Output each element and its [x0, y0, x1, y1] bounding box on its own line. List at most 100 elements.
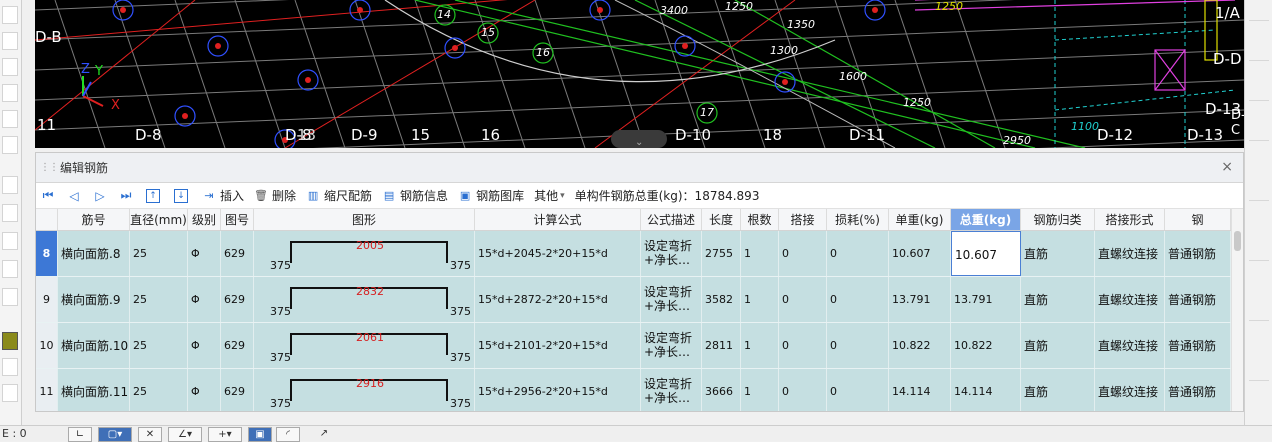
cell-unit-weight[interactable]: 10.607 — [889, 231, 951, 276]
other-dropdown[interactable]: 其他 ▾ — [534, 187, 565, 204]
cell-bar-number[interactable]: 横向面筋.8 — [58, 231, 130, 276]
cell-rebar-type[interactable]: 普通钢筋 — [1165, 231, 1231, 276]
left-strip-cell[interactable] — [2, 176, 18, 194]
cell-unit-weight[interactable]: 14.114 — [889, 369, 951, 411]
cell-diameter[interactable]: 25 — [130, 323, 188, 368]
cell-rebar-type[interactable]: 普通钢筋 — [1165, 323, 1231, 368]
cell-shape[interactable]: 375 2916 375 — [254, 369, 475, 411]
left-strip-cell[interactable] — [2, 204, 18, 222]
cell-category[interactable]: 直筋 — [1021, 323, 1095, 368]
cell-loss[interactable]: 0 — [827, 277, 889, 322]
header-figure-number[interactable]: 图号 — [221, 209, 254, 230]
snap-angle-icon[interactable]: ∠▾ — [168, 427, 202, 442]
cell-loss[interactable]: 0 — [827, 369, 889, 411]
cell-formula-desc[interactable]: 设定弯折 +净长… — [641, 277, 702, 322]
cell-length[interactable]: 2811 — [702, 323, 741, 368]
header-lap-form[interactable]: 搭接形式 — [1095, 209, 1165, 230]
header-formula-desc[interactable]: 公式描述 — [641, 209, 702, 230]
cell-lap[interactable]: 0 — [779, 277, 827, 322]
rebar-info-button[interactable]: ▤ 钢筋信息 — [382, 187, 448, 204]
move-up-icon[interactable]: ↑ — [146, 188, 160, 203]
cell-formula-desc[interactable]: 设定弯折 +净长… — [641, 231, 702, 276]
header-count[interactable]: 根数 — [741, 209, 779, 230]
cell-count[interactable]: 1 — [741, 323, 779, 368]
drag-grip-icon[interactable]: ⋮⋮ — [40, 162, 59, 173]
row-number[interactable]: 9 — [36, 277, 58, 322]
left-strip-cell[interactable] — [2, 358, 18, 376]
snap-endpoint-icon[interactable]: ∟ — [68, 427, 92, 442]
table-vertical-scrollbar[interactable] — [1231, 209, 1243, 411]
snap-rect-icon[interactable]: ▢▾ — [98, 427, 132, 442]
cell-figure-number[interactable]: 629 — [221, 231, 254, 276]
cell-shape[interactable]: 375 2061 375 — [254, 323, 475, 368]
cell-shape[interactable]: 375 2832 375 — [254, 277, 475, 322]
left-strip-cell[interactable] — [2, 110, 18, 128]
left-strip-cell[interactable] — [2, 6, 18, 24]
cell-lap-form[interactable]: 直螺纹连接 — [1095, 231, 1165, 276]
cell-bar-number[interactable]: 横向面筋.10 — [58, 323, 130, 368]
table-row[interactable]: 11 横向面筋.11 25 Φ 629 375 2916 375 15*d+29… — [36, 369, 1231, 411]
cell-formula-desc[interactable]: 设定弯折 +净长… — [641, 323, 702, 368]
cell-length[interactable]: 3582 — [702, 277, 741, 322]
cell-total-weight[interactable]: 13.791 — [951, 277, 1021, 322]
header-formula[interactable]: 计算公式 — [475, 209, 641, 230]
cell-lap[interactable]: 0 — [779, 369, 827, 411]
row-number[interactable]: 10 — [36, 323, 58, 368]
cell-count[interactable]: 1 — [741, 369, 779, 411]
cell-count[interactable]: 1 — [741, 231, 779, 276]
scrollbar-thumb[interactable] — [1234, 231, 1241, 251]
cell-grade[interactable]: Φ — [188, 231, 221, 276]
cell-category[interactable]: 直筋 — [1021, 277, 1095, 322]
cell-shape[interactable]: 375 2005 375 — [254, 231, 475, 276]
cell-unit-weight[interactable]: 13.791 — [889, 277, 951, 322]
expand-icon[interactable]: ↗ — [312, 427, 336, 442]
header-lap[interactable]: 搭接 — [779, 209, 827, 230]
cell-lap[interactable]: 0 — [779, 231, 827, 276]
delete-button[interactable]: 🗑 删除 — [254, 187, 296, 204]
move-down-icon[interactable]: ↓ — [174, 188, 188, 203]
cell-diameter[interactable]: 25 — [130, 369, 188, 411]
cell-diameter[interactable]: 25 — [130, 231, 188, 276]
panel-titlebar[interactable]: ⋮⋮ 编辑钢筋 × — [36, 153, 1243, 183]
cell-count[interactable]: 1 — [741, 277, 779, 322]
cell-figure-number[interactable]: 629 — [221, 369, 254, 411]
left-strip-cell[interactable] — [2, 84, 18, 102]
insert-button[interactable]: ⇥ 插入 — [202, 187, 244, 204]
cell-bar-number[interactable]: 横向面筋.11 — [58, 369, 130, 411]
header-loss[interactable]: 损耗(%) — [827, 209, 889, 230]
cell-total-weight[interactable]: 10.822 — [951, 323, 1021, 368]
cell-figure-number[interactable]: 629 — [221, 277, 254, 322]
cell-unit-weight[interactable]: 10.822 — [889, 323, 951, 368]
cell-length[interactable]: 2755 — [702, 231, 741, 276]
header-length[interactable]: 长度 — [702, 209, 741, 230]
cell-length[interactable]: 3666 — [702, 369, 741, 411]
header-total-weight[interactable]: 总重(kg) — [951, 209, 1021, 230]
left-strip-cell[interactable] — [2, 288, 18, 306]
row-number[interactable]: 8 — [36, 231, 58, 276]
snap-cross-icon[interactable]: ✕ — [138, 427, 162, 442]
rebar-library-button[interactable]: ▣ 钢筋图库 — [458, 187, 524, 204]
header-diameter[interactable]: 直径(mm) — [130, 209, 188, 230]
cell-category[interactable]: 直筋 — [1021, 231, 1095, 276]
cell-grade[interactable]: Φ — [188, 277, 221, 322]
close-icon[interactable]: × — [1221, 159, 1233, 175]
table-row[interactable]: 8 横向面筋.8 25 Φ 629 375 2005 375 15*d+2045… — [36, 231, 1231, 277]
cell-lap-form[interactable]: 直螺纹连接 — [1095, 277, 1165, 322]
cell-formula[interactable]: 15*d+2101-2*20+15*d — [475, 323, 641, 368]
header-unit-weight[interactable]: 单重(kg) — [889, 209, 951, 230]
scale-rebar-button[interactable]: ▥ 缩尺配筋 — [306, 187, 372, 204]
snap-arc-icon[interactable]: ◜ — [276, 427, 300, 442]
cell-total-weight[interactable]: 10.607 — [951, 231, 1021, 276]
cell-lap-form[interactable]: 直螺纹连接 — [1095, 323, 1165, 368]
table-row[interactable]: 10 横向面筋.10 25 Φ 629 375 2061 375 15*d+21… — [36, 323, 1231, 369]
left-strip-cell[interactable] — [2, 32, 18, 50]
cell-rebar-type[interactable]: 普通钢筋 — [1165, 369, 1231, 411]
previous-record-icon[interactable]: ◁ — [68, 189, 80, 203]
cell-rebar-type[interactable]: 普通钢筋 — [1165, 277, 1231, 322]
cell-lap[interactable]: 0 — [779, 323, 827, 368]
cell-diameter[interactable]: 25 — [130, 277, 188, 322]
snap-grid-icon[interactable]: ▣ — [248, 427, 272, 442]
cell-total-weight[interactable]: 14.114 — [951, 369, 1021, 411]
cell-category[interactable]: 直筋 — [1021, 369, 1095, 411]
left-strip-cell[interactable] — [2, 136, 18, 154]
